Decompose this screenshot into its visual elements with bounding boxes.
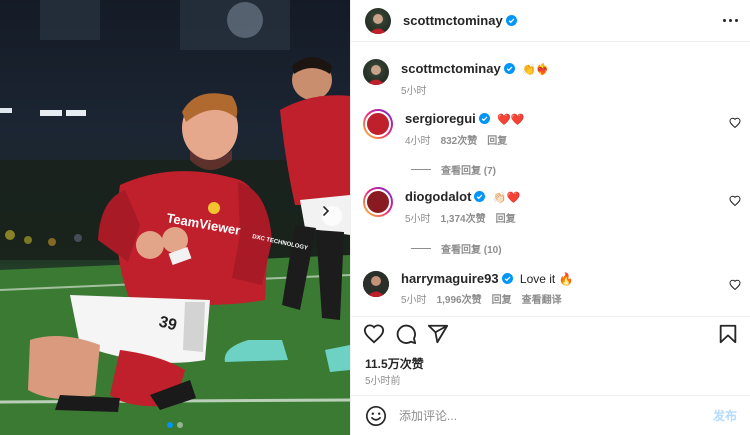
chevron-right-icon <box>323 206 330 216</box>
view-replies-button[interactable]: 查看回复 (10) <box>411 241 502 256</box>
view-replies-label: 查看回复 (7) <box>441 166 496 177</box>
comment-icon[interactable] <box>395 323 417 345</box>
caption-text: 👏❤️‍🔥 <box>522 64 550 76</box>
commenter-avatar[interactable] <box>363 187 393 217</box>
comment-username[interactable]: sergioregui <box>405 111 476 126</box>
comment-text: 👏🏻❤️ <box>492 192 521 204</box>
caption-time: 5小时 <box>401 86 427 97</box>
verified-badge-icon <box>474 191 486 202</box>
post-comment-button[interactable]: 发布 <box>713 407 737 424</box>
view-replies-button[interactable]: 查看回复 (7) <box>411 162 496 177</box>
post-header: scottmctominay <box>351 0 750 42</box>
next-photo-button[interactable] <box>322 206 342 226</box>
carousel-indicator <box>0 422 350 428</box>
comment-item: sergioregui ❤️❤️ 4小时 832次赞 回复 <box>363 109 741 150</box>
post-time[interactable]: 5小时前 <box>365 372 401 387</box>
comment-composer: 发布 <box>351 395 750 435</box>
commenter-avatar[interactable] <box>363 109 393 139</box>
comments-list[interactable]: scottmctominay 👏❤️‍🔥 5小时 sergioregui ❤️❤… <box>351 43 750 316</box>
author-avatar[interactable] <box>365 7 391 34</box>
comment-item: harrymaguire93 Love it 🔥 5小时 1,996次赞 回复 … <box>363 271 741 309</box>
caption: scottmctominay 👏❤️‍🔥 5小时 <box>363 59 741 100</box>
post-details: scottmctominay scottmctominay 👏❤️‍🔥 5小时 <box>350 0 750 435</box>
comment-likes[interactable]: 1,996次赞 <box>437 293 482 309</box>
like-comment-heart-icon[interactable] <box>729 195 741 207</box>
likes-count[interactable]: 11.5万次赞 <box>365 355 424 372</box>
like-comment-heart-icon[interactable] <box>729 117 741 129</box>
reply-button[interactable]: 回复 <box>492 293 512 309</box>
carousel-dot <box>167 422 173 428</box>
heart-icon[interactable] <box>363 323 385 345</box>
comment-time: 4小时 <box>405 136 431 147</box>
reply-button[interactable]: 回复 <box>487 134 507 150</box>
author-username[interactable]: scottmctominay <box>403 13 503 28</box>
view-replies-label: 查看回复 (10) <box>441 245 502 256</box>
more-icon <box>723 19 726 22</box>
verified-badge-icon <box>503 63 515 74</box>
see-translation-button[interactable]: 查看翻译 <box>522 293 562 309</box>
author-avatar[interactable] <box>363 59 389 85</box>
like-comment-heart-icon[interactable] <box>729 279 741 291</box>
post-action-bar <box>351 316 750 348</box>
club-crest <box>208 202 220 214</box>
carousel-dot <box>177 422 183 428</box>
comment-text: ❤️❤️ <box>497 114 525 126</box>
comment-username[interactable]: diogodalot <box>405 189 471 204</box>
comment-item: diogodalot 👏🏻❤️ 5小时 1,374次赞 回复 <box>363 187 741 228</box>
comment-time: 5小时 <box>405 214 431 225</box>
comment-likes[interactable]: 1,374次赞 <box>441 212 486 228</box>
comment-input[interactable] <box>399 408 713 423</box>
verified-badge-icon <box>478 113 490 124</box>
more-options-button[interactable] <box>723 13 738 28</box>
photo-illustration: TeamViewer DXC TECHNOLOGY 39 <box>0 0 350 435</box>
verified-badge-icon <box>505 15 517 26</box>
verified-badge-icon <box>501 273 513 284</box>
emoji-icon[interactable] <box>365 405 387 427</box>
caption-username[interactable]: scottmctominay <box>401 61 501 76</box>
comment-text: Love it 🔥 <box>519 272 574 286</box>
instagram-post-dialog: TeamViewer DXC TECHNOLOGY 39 scottmctomi… <box>0 0 750 435</box>
comment-username[interactable]: harrymaguire93 <box>401 271 499 286</box>
bookmark-icon[interactable] <box>717 323 739 345</box>
commenter-avatar[interactable] <box>363 271 389 297</box>
reply-button[interactable]: 回复 <box>496 212 516 228</box>
comment-time: 5小时 <box>401 295 427 306</box>
share-icon[interactable] <box>427 323 449 345</box>
comment-likes[interactable]: 832次赞 <box>441 134 478 150</box>
post-photo[interactable]: TeamViewer DXC TECHNOLOGY 39 <box>0 0 350 435</box>
